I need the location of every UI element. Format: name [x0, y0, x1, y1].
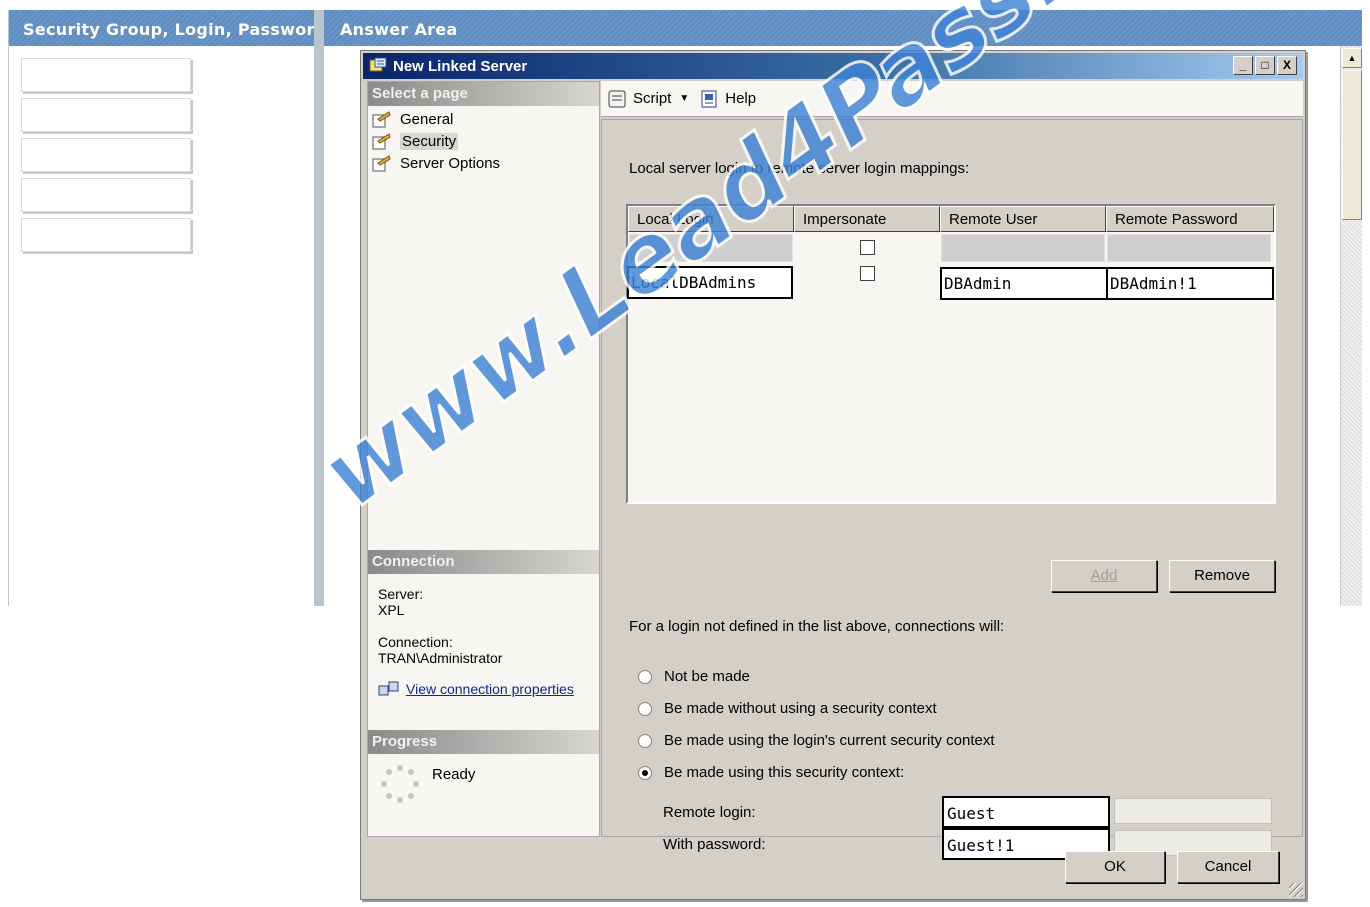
panel-divider	[314, 10, 324, 606]
impersonate-checkbox[interactable]	[860, 266, 875, 281]
select-page-header: Select a page	[368, 82, 599, 106]
option-current-security-context[interactable]: Be made using the login's current securi…	[638, 732, 995, 749]
server-value: XPL	[378, 602, 405, 618]
page-icon	[372, 111, 391, 128]
maximize-button[interactable]: □	[1255, 56, 1275, 75]
cell-local-login[interactable]	[629, 234, 793, 262]
cell-local-login[interactable]: LocalDBAdmins	[627, 266, 793, 299]
remote-login-input[interactable]: Guest	[942, 796, 1110, 828]
radio-button[interactable]	[638, 733, 652, 748]
progress-header: Progress	[368, 730, 599, 754]
script-button[interactable]: Script ▼	[607, 89, 689, 109]
page-icon	[372, 133, 391, 150]
option-label: Be made without using a security context	[664, 700, 937, 717]
add-button: Add	[1051, 560, 1157, 592]
progress-spinner-icon	[381, 765, 419, 803]
remote-login-label: Remote login:	[663, 804, 756, 821]
connection-info: Server: XPL Connection: TRAN\Administrat…	[368, 586, 599, 698]
nav-page-label: Security	[400, 132, 459, 150]
nav-page-general[interactable]: General	[368, 108, 599, 130]
remote-login-underlying-field	[1114, 798, 1272, 824]
connection-value: TRAN\Administrator	[378, 650, 503, 666]
nav-page-security[interactable]: Security	[368, 130, 599, 152]
login-mappings-grid[interactable]: Local Login Impersonate Remote User Remo…	[626, 204, 1276, 504]
radio-button-selected[interactable]	[638, 765, 652, 780]
dialog-titlebar[interactable]: New Linked Server _ □ X	[363, 53, 1303, 79]
option-label: Be made using the login's current securi…	[664, 732, 995, 749]
dialog-title: New Linked Server	[393, 58, 528, 75]
choice-slot-4[interactable]	[21, 178, 191, 212]
cell-remote-password[interactable]	[1107, 234, 1271, 262]
remove-button[interactable]: Remove	[1169, 560, 1275, 592]
select-page-pane: Select a page General Security Server Op…	[367, 81, 600, 837]
choice-slot-3[interactable]	[21, 138, 191, 172]
nav-page-label: Server Options	[400, 154, 501, 172]
add-button-label: Add	[1090, 567, 1118, 584]
close-button[interactable]: X	[1277, 56, 1297, 75]
radio-button[interactable]	[638, 701, 652, 716]
nav-page-server-options[interactable]: Server Options	[368, 152, 599, 174]
impersonate-checkbox[interactable]	[860, 240, 875, 255]
choice-slot-2[interactable]	[21, 98, 191, 132]
security-page: Local server login to remote server logi…	[601, 119, 1303, 860]
scroll-thumb[interactable]	[1342, 70, 1362, 220]
choice-slot-1[interactable]	[21, 58, 191, 92]
option-this-security-context[interactable]: Be made using this security context:	[638, 764, 904, 781]
dialog-title-icon	[369, 57, 387, 72]
undefined-login-label: For a login not defined in the list abov…	[629, 618, 1005, 635]
cell-remote-password[interactable]: DBAdmin!1	[1106, 267, 1274, 300]
minimize-button[interactable]: _	[1233, 56, 1253, 75]
new-linked-server-dialog: New Linked Server _ □ X Select a page Ge…	[360, 50, 1306, 900]
radio-button[interactable]	[638, 669, 652, 684]
cell-remote-user[interactable]	[941, 234, 1105, 262]
column-local-login[interactable]: Local Login	[628, 206, 794, 232]
answer-area-margin	[324, 46, 360, 606]
cell-remote-user[interactable]: DBAdmin	[940, 267, 1108, 300]
window-buttons: _ □ X	[1231, 56, 1297, 75]
server-label: Server:	[378, 586, 424, 602]
option-label: Be made using this security context:	[664, 764, 905, 781]
progress-block: Ready	[378, 762, 475, 806]
option-label: Not be made	[664, 668, 750, 685]
progress-status: Ready	[432, 766, 476, 783]
mappings-label: Local server login to remote server logi…	[629, 160, 970, 177]
help-button[interactable]: Help	[699, 89, 756, 109]
script-icon	[608, 90, 626, 107]
option-not-be-made[interactable]: Not be made	[638, 668, 750, 685]
column-remote-password[interactable]: Remote Password	[1106, 206, 1274, 232]
answer-area-header: Answer Area	[324, 10, 1362, 46]
choice-slot-5[interactable]	[21, 218, 191, 252]
cancel-button[interactable]: Cancel	[1177, 851, 1279, 883]
script-label: Script	[633, 90, 672, 107]
column-impersonate[interactable]: Impersonate	[794, 206, 940, 232]
dropdown-arrow-icon[interactable]: ▼	[679, 93, 689, 104]
dialog-toolbar: Script ▼ Help	[601, 81, 1303, 117]
page-icon	[372, 155, 391, 172]
help-label: Help	[725, 90, 757, 107]
column-remote-user[interactable]: Remote User	[940, 206, 1106, 232]
connection-properties-icon	[378, 681, 399, 696]
choices-header: Security Group, Login, Password	[9, 10, 314, 46]
scroll-up-arrow-icon[interactable]: ▲	[1342, 48, 1362, 68]
view-connection-properties-link[interactable]: View connection properties	[406, 681, 574, 697]
ok-button[interactable]: OK	[1065, 851, 1165, 883]
remove-button-label: Remove	[1194, 567, 1250, 584]
nav-page-label: General	[400, 110, 454, 128]
option-without-security-context[interactable]: Be made without using a security context	[638, 700, 937, 717]
help-icon	[701, 90, 717, 107]
resize-grip-icon[interactable]	[1289, 883, 1303, 897]
answer-area-scrollbar[interactable]: ▲	[1340, 46, 1362, 606]
connection-header: Connection	[368, 550, 599, 574]
with-password-label: With password:	[663, 836, 766, 853]
connection-label: Connection:	[378, 634, 453, 650]
answer-choices-panel: Security Group, Login, Password	[8, 10, 314, 606]
